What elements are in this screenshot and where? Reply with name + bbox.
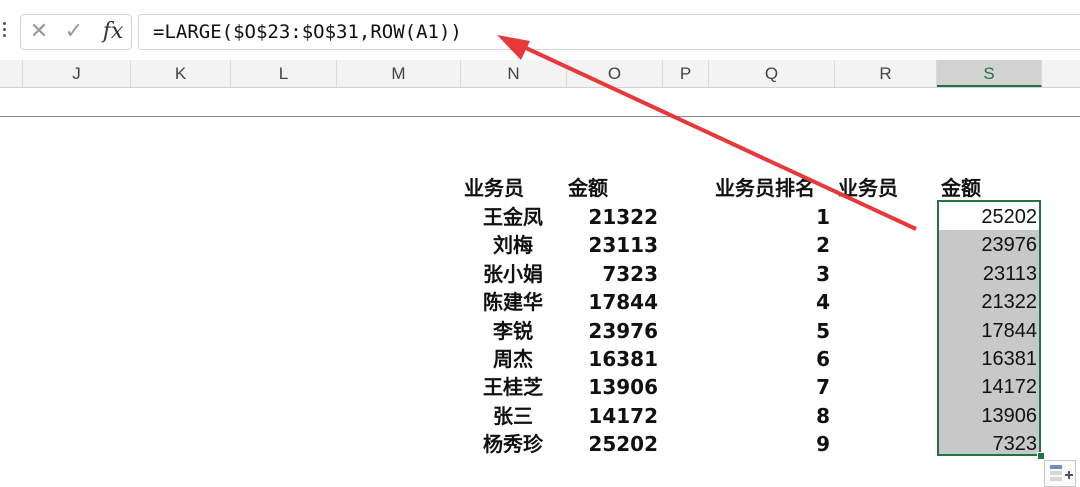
- arrow-shaft: [512, 40, 917, 231]
- annotation-arrow: [497, 35, 917, 231]
- arrow-head: [497, 35, 530, 60]
